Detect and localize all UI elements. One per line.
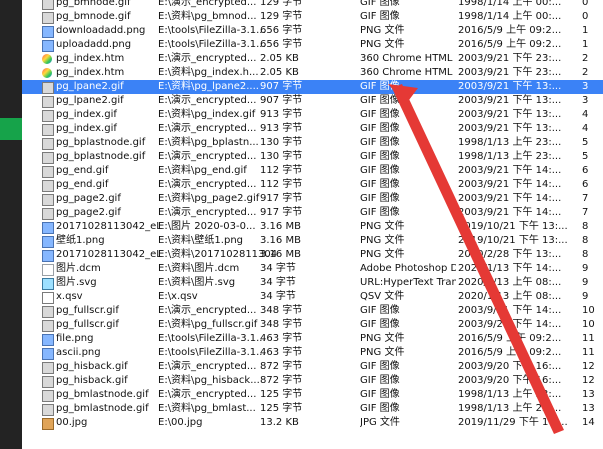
annotation-arrow (388, 84, 564, 434)
